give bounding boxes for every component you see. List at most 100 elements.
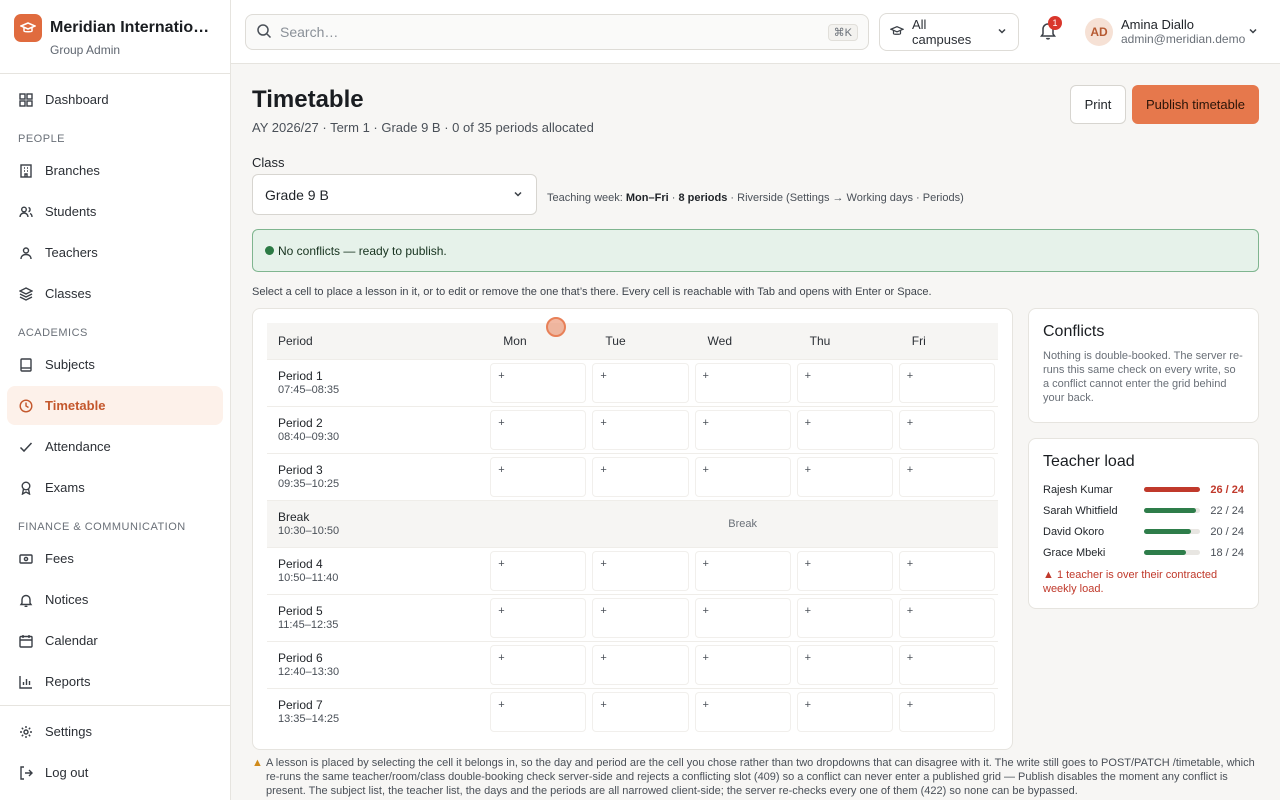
campus-selector[interactable]: All campuses [879, 13, 1019, 51]
grid-header-row: Period Mon Tue Wed Thu Fri [267, 323, 998, 359]
sidebar-item-classes[interactable]: Classes [7, 274, 223, 313]
sidebar-item-subjects[interactable]: Subjects [7, 345, 223, 384]
nav-section-people: PEOPLE [18, 133, 66, 145]
timetable-cell[interactable]: + [490, 409, 587, 450]
sidebar-item-teachers[interactable]: Teachers [7, 233, 223, 272]
timetable-cell[interactable]: + [490, 362, 587, 403]
timetable-cell-container: + [691, 687, 794, 735]
search-shortcut: ⌘K [827, 23, 858, 41]
sidebar-item-timetable[interactable]: Timetable [7, 386, 223, 425]
bar-chart-icon [19, 675, 33, 689]
sidebar-item-settings[interactable]: Settings [7, 712, 223, 751]
timetable-cell[interactable]: + [490, 550, 587, 591]
timetable-cell[interactable]: + [898, 644, 995, 685]
sidebar-item-calendar[interactable]: Calendar [7, 621, 223, 660]
timetable-cell[interactable]: + [592, 550, 689, 591]
period-name: Period 6 [278, 651, 323, 665]
timetable-cell[interactable]: + [490, 691, 587, 732]
main-area: ⌘K All campuses 1 AD Amina Diallo admin@… [231, 0, 1280, 800]
period-row: Period 4 10:50–11:40 + + + + + [267, 546, 998, 594]
timetable-cell[interactable]: + [592, 691, 689, 732]
timetable-cell[interactable]: + [796, 691, 893, 732]
sidebar-item-logout[interactable]: Log out [7, 753, 223, 792]
book-icon [19, 357, 33, 372]
timetable-cell[interactable]: + [796, 362, 893, 403]
timetable-cell-container: + [895, 546, 998, 594]
sidebar-item-label: Teachers [45, 245, 98, 260]
banknote-icon [19, 552, 33, 566]
search-input[interactable] [280, 24, 820, 40]
period-time: 08:40–09:30 [278, 431, 340, 443]
timetable-cell[interactable]: + [694, 362, 791, 403]
timetable-cell[interactable]: + [592, 456, 689, 497]
timetable-cell[interactable]: + [898, 456, 995, 497]
timetable-cell[interactable]: + [796, 409, 893, 450]
calendar-icon [19, 634, 33, 648]
sidebar-item-branches[interactable]: Branches [7, 151, 223, 190]
timetable-cell[interactable]: + [490, 597, 587, 638]
chevron-down-icon[interactable] [1247, 25, 1259, 40]
sidebar-item-notices[interactable]: Notices [7, 580, 223, 619]
timetable-cell[interactable]: + [796, 644, 893, 685]
publish-timetable-button[interactable]: Publish timetable [1132, 85, 1259, 124]
timetable-cell[interactable]: + [898, 550, 995, 591]
timetable-grid: Period Mon Tue Wed Thu Fri Period 1 07:45… [267, 323, 998, 735]
sidebar-item-fees[interactable]: Fees [7, 539, 223, 578]
sidebar-item-label: Calendar [45, 633, 98, 648]
timetable-cell[interactable]: + [898, 597, 995, 638]
class-select[interactable]: Grade 9 B [252, 174, 537, 215]
teacher-load-row: Sarah Whitfield 22 / 24 [1043, 500, 1244, 521]
timetable-cell-container: + [487, 405, 590, 453]
teacher-load-bar [1143, 487, 1201, 492]
period-time: 09:35–10:25 [278, 478, 340, 490]
timetable-cell-container: + [691, 452, 794, 500]
timetable-cell[interactable]: + [592, 644, 689, 685]
period-name: Period 5 [278, 604, 323, 618]
timetable-cell[interactable]: + [796, 456, 893, 497]
page-subtitle: AY 2026/27 · Term 1 · Grade 9 B · 0 of 3… [252, 120, 594, 135]
timetable-cell[interactable]: + [592, 597, 689, 638]
dashboard-grid-icon [19, 92, 33, 107]
timetable-cell[interactable]: + [796, 550, 893, 591]
timetable-cell[interactable]: + [694, 456, 791, 497]
timetable-cell-container: + [793, 405, 896, 453]
sidebar-item-exams[interactable]: Exams [7, 468, 223, 507]
timetable-cell[interactable]: + [592, 409, 689, 450]
timetable-cell[interactable]: + [490, 456, 587, 497]
search-box[interactable]: ⌘K [245, 14, 869, 50]
user-menu[interactable]: AD Amina Diallo admin@meridian.demo [1085, 17, 1245, 46]
timetable-cell[interactable]: + [898, 691, 995, 732]
sidebar-item-attendance[interactable]: Attendance [7, 427, 223, 466]
timetable-cell[interactable]: + [694, 550, 791, 591]
period-row: Period 7 13:35–14:25 + + + + + [267, 687, 998, 735]
timetable-cell[interactable]: + [694, 409, 791, 450]
period-row: Period 5 11:45–12:35 + + + + + [267, 593, 998, 641]
grid-header-day: Tue [589, 323, 692, 359]
graduation-cap-icon [889, 24, 905, 41]
check-icon [19, 440, 33, 454]
print-button[interactable]: Print [1070, 85, 1126, 124]
chevron-down-icon [996, 25, 1008, 40]
period-time: 07:45–08:35 [278, 384, 340, 396]
logout-icon [19, 765, 33, 780]
sidebar-item-reports[interactable]: Reports [7, 662, 223, 701]
sidebar-item-label: Attendance [45, 439, 111, 454]
teacher-load-bar [1143, 529, 1201, 534]
timetable-cell[interactable]: + [898, 362, 995, 403]
timetable-cell[interactable]: + [694, 597, 791, 638]
sidebar-item-dashboard[interactable]: Dashboard [7, 80, 223, 119]
sidebar-item-label: Branches [45, 163, 100, 178]
sidebar-item-label: Students [45, 204, 97, 219]
timetable-cell[interactable]: + [898, 409, 995, 450]
timetable-cell-container: + [589, 640, 692, 688]
grid-header-day: Fri [895, 323, 998, 359]
timetable-cell[interactable]: + [694, 691, 791, 732]
sidebar-item-students[interactable]: Students [7, 192, 223, 231]
timetable-cell[interactable]: + [592, 362, 689, 403]
teacher-name: David Okoro [1043, 525, 1105, 538]
timetable-cell[interactable]: + [694, 644, 791, 685]
timetable-cell[interactable]: + [796, 597, 893, 638]
timetable-cell[interactable]: + [490, 644, 587, 685]
class-select-value: Grade 9 B [265, 186, 329, 203]
warning-icon: ▲ [252, 757, 263, 769]
